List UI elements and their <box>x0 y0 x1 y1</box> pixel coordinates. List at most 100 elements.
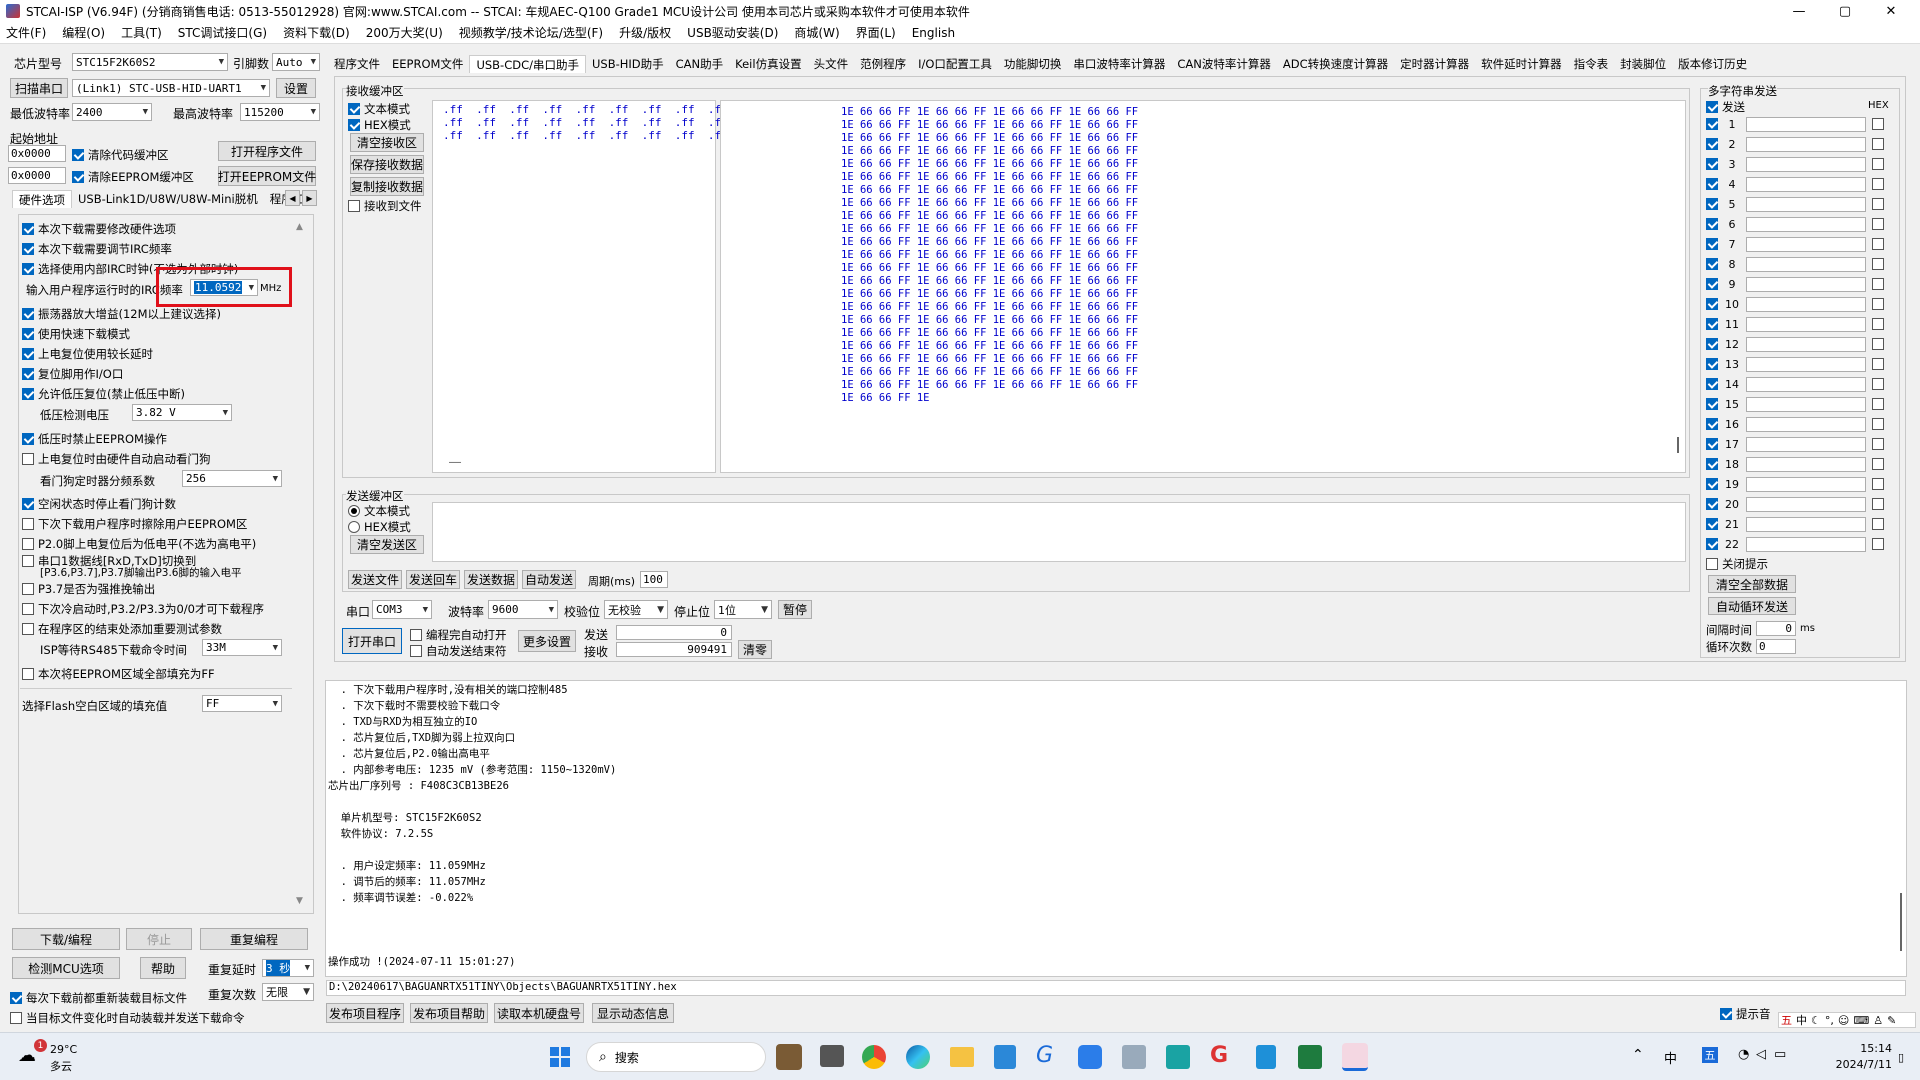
parity-select[interactable]: 无校验 ▼ <box>604 600 668 619</box>
tab-can[interactable]: CAN助手 <box>670 55 730 73</box>
multi-row-input[interactable] <box>1746 176 1866 192</box>
multi-row-input[interactable] <box>1746 136 1866 152</box>
help-button[interactable]: 帮助 <box>140 957 186 979</box>
multi-row-input[interactable] <box>1746 516 1866 532</box>
auto-loop-button[interactable]: 自动循环发送 <box>1708 597 1796 615</box>
tab-hw-options[interactable]: 硬件选项 <box>12 190 72 208</box>
checkbox-icon[interactable] <box>1872 358 1884 370</box>
multi-row-input[interactable] <box>1746 336 1866 352</box>
multi-row-input[interactable] <box>1746 216 1866 232</box>
checkbox-icon[interactable] <box>1706 518 1718 530</box>
clear-send-button[interactable]: 清空发送区 <box>350 535 424 554</box>
cube-icon[interactable] <box>1166 1045 1190 1069</box>
checkbox-icon[interactable] <box>1872 178 1884 190</box>
option-row[interactable]: 空闲状态时停止看门狗计数 <box>22 496 176 512</box>
multi-row-input[interactable] <box>1746 156 1866 172</box>
options-scrollbar[interactable] <box>294 220 308 910</box>
checkbox-icon[interactable] <box>1872 318 1884 330</box>
option-row[interactable]: 允许低压复位(禁止低压中断) <box>22 386 185 402</box>
scan-port-button[interactable]: 扫描串口 <box>10 78 68 98</box>
checkbox-icon[interactable] <box>1872 518 1884 530</box>
checkbox-icon[interactable] <box>1872 498 1884 510</box>
checkbox-icon[interactable] <box>1706 498 1718 510</box>
keil-icon[interactable] <box>1298 1045 1322 1069</box>
checkbox-icon[interactable] <box>1706 298 1718 310</box>
ime-five-icon[interactable]: 五 <box>1702 1047 1718 1063</box>
menu-download[interactable]: 资料下载(D) <box>283 24 350 41</box>
checkbox-icon[interactable] <box>1872 458 1884 470</box>
repeat-delay-select[interactable]: 3 秒 ▼ <box>262 959 314 977</box>
app-red-g-icon[interactable]: G <box>1210 1043 1228 1068</box>
option-row[interactable]: 复位脚用作I/O口 <box>22 366 123 382</box>
send-hex-mode[interactable]: HEX模式 <box>348 519 411 535</box>
menu-video[interactable]: 视频教学/技术论坛/选型(F) <box>459 24 603 41</box>
recv-char-view[interactable]: .ff .ff .ff .ff .ff .ff .ff .ff .ff .ff … <box>432 100 728 473</box>
scroll-up-icon[interactable]: ▲ <box>296 222 303 232</box>
save-receive-button[interactable]: 保存接收数据 <box>350 155 424 174</box>
multi-row-input[interactable] <box>1746 316 1866 332</box>
option-row[interactable]: 低压时禁止EEPROM操作 <box>22 431 167 447</box>
period-input[interactable]: 100 <box>640 571 668 588</box>
stcai-taskbar-icon[interactable] <box>1342 1043 1368 1071</box>
menu-shop[interactable]: 商城(W) <box>794 24 839 41</box>
option-row[interactable]: 在程序区的结束处添加重要测试参数 <box>22 621 222 637</box>
tab-package[interactable]: 封装脚位 <box>1614 55 1672 73</box>
checkbox-icon[interactable] <box>1706 398 1718 410</box>
multi-row-input[interactable] <box>1746 536 1866 552</box>
code-addr-input[interactable]: 0x0000 <box>8 145 66 162</box>
multi-row-input[interactable] <box>1746 196 1866 212</box>
tab-history[interactable]: 版本修订历史 <box>1672 55 1753 73</box>
checkbox-icon[interactable] <box>1872 158 1884 170</box>
send-return-button[interactable]: 发送回车 <box>406 570 460 589</box>
tab-examples[interactable]: 范例程序 <box>854 55 912 73</box>
checkbox-icon[interactable] <box>1706 378 1718 390</box>
checkbox-icon[interactable] <box>1706 118 1718 130</box>
tab-eeprom-file[interactable]: EEPROM文件 <box>386 55 469 73</box>
recv-text-mode[interactable]: 文本模式 <box>348 101 410 117</box>
multi-row-input[interactable] <box>1746 476 1866 492</box>
multi-row-input[interactable] <box>1746 416 1866 432</box>
isp-select[interactable]: 33M ▼ <box>202 639 282 656</box>
checkbox-icon[interactable] <box>1872 398 1884 410</box>
min-baud-select[interactable]: 2400 ▼ <box>72 103 152 121</box>
checkbox-icon[interactable] <box>1706 238 1718 250</box>
multi-row-input[interactable] <box>1746 436 1866 452</box>
search-box[interactable]: ⌕ 搜索 <box>586 1042 766 1072</box>
checkbox-icon[interactable] <box>1706 318 1718 330</box>
maximize-button[interactable]: ▢ <box>1822 0 1868 22</box>
com-select[interactable]: COM3 ▼ <box>372 600 432 619</box>
start-icon[interactable] <box>550 1047 570 1067</box>
chip-select[interactable]: STC15F2K60S2 ▼ <box>72 53 228 71</box>
checkbox-icon[interactable] <box>1872 298 1884 310</box>
checkbox-icon[interactable] <box>1706 338 1718 350</box>
tab-usb-hid[interactable]: USB-HID助手 <box>586 55 670 73</box>
multi-row-input[interactable] <box>1746 256 1866 272</box>
minimize-button[interactable]: — <box>1776 0 1822 22</box>
max-baud-select[interactable]: 115200 ▼ <box>240 103 320 121</box>
option-row[interactable]: 上电复位时由硬件自动启动看门狗 <box>22 451 211 467</box>
scroll-thumb[interactable] <box>1677 437 1679 453</box>
tab-program-file[interactable]: 程序文件 <box>328 55 386 73</box>
send-text-mode[interactable]: 文本模式 <box>348 503 410 519</box>
clear-code-checkbox[interactable]: 清除代码缓冲区 <box>72 147 169 163</box>
auto-send-button[interactable]: 自动发送 <box>522 570 576 589</box>
eeprom-addr-input[interactable]: 0x0000 <box>8 167 66 184</box>
edge-icon[interactable] <box>906 1045 930 1069</box>
checkbox-icon[interactable] <box>1706 278 1718 290</box>
auto-end-checkbox[interactable]: 自动发送结束符 <box>410 643 507 659</box>
multi-row-input[interactable] <box>1746 456 1866 472</box>
tab-can-baud[interactable]: CAN波特率计算器 <box>1171 55 1277 73</box>
checkbox-icon[interactable] <box>1706 218 1718 230</box>
tab-pin-switch[interactable]: 功能脚切换 <box>998 55 1068 73</box>
chevron-up-icon[interactable]: ⌃ <box>1632 1047 1644 1063</box>
notification-icon[interactable]: ▯ <box>1898 1051 1904 1064</box>
multi-row-input[interactable] <box>1746 376 1866 392</box>
checkbox-icon[interactable] <box>1872 478 1884 490</box>
close-button[interactable]: ✕ <box>1868 0 1914 22</box>
multi-row-input[interactable] <box>1746 356 1866 372</box>
tool-icon[interactable] <box>1122 1045 1146 1069</box>
multi-row-input[interactable] <box>1746 236 1866 252</box>
option-row[interactable]: P3.7是否为强推挽输出 <box>22 581 155 597</box>
multi-row-input[interactable] <box>1746 276 1866 292</box>
log-panel[interactable]: . 下次下载用户程序时,没有相关的端口控制485 . 下次下载时不需要校验下载口… <box>325 680 1907 977</box>
